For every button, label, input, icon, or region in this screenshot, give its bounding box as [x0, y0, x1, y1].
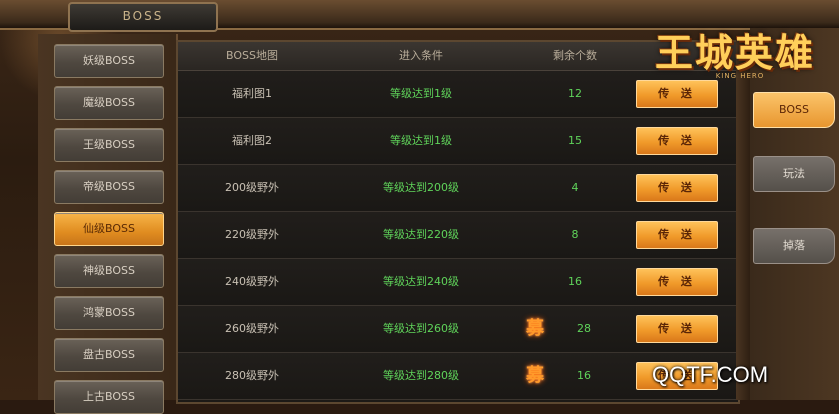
entry-condition: 等级达到260级	[383, 322, 459, 335]
remaining-count: 12	[568, 87, 582, 100]
remaining-count: 16	[568, 275, 582, 288]
sidebar-item-pangu[interactable]: 盘古BOSS	[54, 338, 164, 372]
header-map: BOSS地图	[226, 49, 278, 62]
remaining-count: 16	[577, 369, 591, 382]
teleport-button[interactable]: 传 送	[636, 221, 718, 249]
remaining-count: 28	[577, 322, 591, 335]
table-row: 220级野外 等级达到220级 8 传 送	[178, 212, 738, 259]
table-row: 240级野外 等级达到240级 16 传 送	[178, 259, 738, 306]
teleport-button[interactable]: 传 送	[636, 127, 718, 155]
map-name: 240级野外	[225, 275, 279, 288]
entry-condition: 等级达到280级	[383, 369, 459, 382]
sidebar-item-di[interactable]: 帝级BOSS	[54, 170, 164, 204]
boss-tier-sidebar: 妖级BOSS 魔级BOSS 王级BOSS 帝级BOSS 仙级BOSS 神级BOS…	[38, 34, 178, 414]
scroll-rail[interactable]	[736, 40, 750, 400]
teleport-button[interactable]: 传 送	[636, 315, 718, 343]
entry-condition: 等级达到220级	[383, 228, 459, 241]
entry-condition: 等级达到1级	[390, 87, 452, 100]
logo-title: 王城英雄	[654, 30, 815, 75]
tab-boss[interactable]: BOSS	[753, 92, 835, 128]
tab-drops[interactable]: 掉落	[753, 228, 835, 264]
table-row: 260级野外 等级达到260级 募 28 传 送	[178, 306, 738, 353]
map-name: 260级野外	[225, 322, 279, 335]
site-watermark: QQTF.COM	[652, 362, 769, 387]
remaining-count: 4	[571, 181, 579, 194]
entry-condition: 等级达到1级	[390, 134, 452, 147]
remaining-count: 15	[568, 134, 582, 147]
map-name: 福利图2	[232, 134, 272, 147]
sidebar-item-xian[interactable]: 仙级BOSS	[54, 212, 164, 246]
header-condition: 进入条件	[399, 49, 443, 62]
logo-subtitle: KING HERO	[715, 72, 765, 80]
sidebar-item-shen[interactable]: 神级BOSS	[54, 254, 164, 288]
teleport-button[interactable]: 传 送	[636, 268, 718, 296]
sidebar-item-shanggu[interactable]: 上古BOSS	[54, 380, 164, 414]
table-row: 200级野外 等级达到200级 4 传 送	[178, 165, 738, 212]
entry-condition: 等级达到240级	[383, 275, 459, 288]
sidebar-item-wang[interactable]: 王级BOSS	[54, 128, 164, 162]
sidebar-item-mo[interactable]: 魔级BOSS	[54, 86, 164, 120]
sidebar-item-yao[interactable]: 妖级BOSS	[54, 44, 164, 78]
teleport-button[interactable]: 传 送	[636, 174, 718, 202]
map-name: 200级野外	[225, 181, 279, 194]
game-logo: 王城英雄 KING HERO	[640, 18, 830, 88]
remaining-count: 8	[571, 228, 579, 241]
map-name: 280级野外	[225, 369, 279, 382]
entry-condition: 等级达到200级	[383, 181, 459, 194]
map-name: 220级野外	[225, 228, 279, 241]
header-remaining: 剩余个数	[553, 49, 597, 62]
sidebar-item-hongmeng[interactable]: 鸿蒙BOSS	[54, 296, 164, 330]
map-name: 福利图1	[232, 87, 272, 100]
table-row: 福利图2 等级达到1级 15 传 送	[178, 118, 738, 165]
tab-gameplay[interactable]: 玩法	[753, 156, 835, 192]
boss-title-tab: BOSS	[68, 2, 218, 32]
boss-map-table: BOSS地图 进入条件 剩余个数 福利图1 等级达到1级 12 传 送 福利图2…	[176, 40, 740, 404]
